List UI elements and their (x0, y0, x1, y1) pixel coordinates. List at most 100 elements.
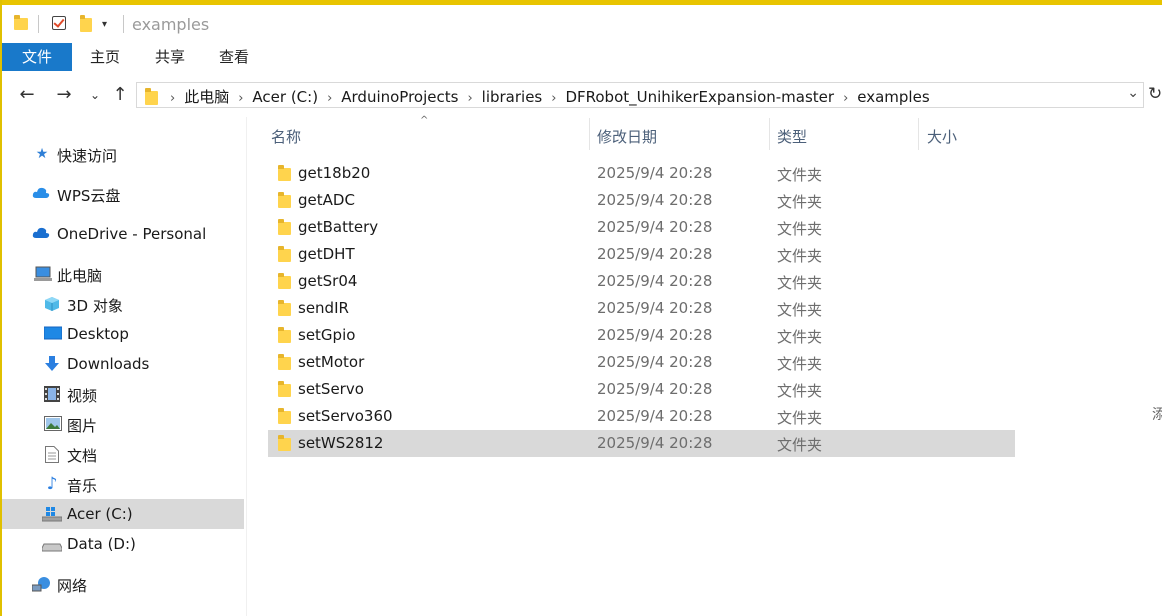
file-name[interactable]: getBattery (298, 218, 378, 236)
column-header-name[interactable]: 名称 (271, 126, 301, 147)
file-date: 2025/9/4 20:28 (597, 434, 713, 452)
breadcrumb: › 此电脑 › Acer (C:) › ArduinoProjects › libraries… (161, 86, 930, 107)
sidebar-item-label: Data (D:) (67, 535, 136, 553)
breadcrumb-acer-c[interactable]: Acer (C:) (252, 88, 318, 106)
clipped-text: 添 (1152, 407, 1162, 423)
folder-icon (278, 300, 291, 316)
table-row[interactable]: getSr04 2025/9/4 20:28 文件夹 (268, 268, 1015, 295)
window-title: examples (132, 15, 210, 34)
properties-check-icon[interactable] (52, 16, 66, 30)
arrow-right-icon[interactable]: → (53, 84, 75, 105)
folder-icon[interactable] (14, 15, 28, 30)
navigation-bar: ← → ⌄ ↑ › 此电脑 › Acer (C:) › ArduinoProjects › l… (2, 76, 1162, 114)
sidebar-item-label: 网络 (57, 577, 88, 595)
table-row[interactable]: setMotor 2025/9/4 20:28 文件夹 (268, 349, 1015, 376)
file-name[interactable]: setGpio (298, 326, 355, 344)
breadcrumb-libraries[interactable]: libraries (482, 88, 543, 106)
sidebar-item-quick-access[interactable]: ★ 快速访问 (2, 139, 244, 169)
column-divider[interactable] (589, 118, 590, 150)
file-name[interactable]: getSr04 (298, 272, 357, 290)
table-row[interactable]: sendIR 2025/9/4 20:28 文件夹 (268, 295, 1015, 322)
chevron-right-icon[interactable]: › (467, 91, 472, 106)
file-type: 文件夹 (777, 409, 823, 427)
table-row[interactable]: getADC 2025/9/4 20:28 文件夹 (268, 187, 1015, 214)
cube-icon (44, 296, 60, 312)
empty-area (1019, 117, 1162, 616)
address-bar[interactable]: › 此电脑 › Acer (C:) › ArduinoProjects › libraries… (136, 82, 1144, 108)
sidebar-item-data-d[interactable]: Data (D:) (2, 529, 244, 559)
cloud-icon (32, 186, 50, 202)
file-name[interactable]: setMotor (298, 353, 364, 371)
cloud-icon (32, 226, 50, 242)
breadcrumb-arduinoprojects[interactable]: ArduinoProjects (341, 88, 458, 106)
drive-icon (41, 536, 63, 552)
file-type: 文件夹 (777, 301, 823, 319)
customize-quick-access-dropdown-icon[interactable]: ▾ (102, 19, 107, 30)
file-name[interactable]: sendIR (298, 299, 349, 317)
column-divider[interactable] (769, 118, 770, 150)
chevron-down-icon[interactable]: ⌄ (84, 88, 106, 102)
tab-file[interactable]: 文件 (2, 43, 72, 71)
chevron-right-icon[interactable]: › (551, 91, 556, 106)
breadcrumb-this-pc[interactable]: 此电脑 (184, 86, 229, 107)
address-dropdown-icon[interactable]: ⌄ (1127, 85, 1139, 101)
tab-home[interactable]: 主页 (80, 43, 130, 71)
folder-icon (278, 354, 291, 370)
table-row[interactable]: setServo 2025/9/4 20:28 文件夹 (268, 376, 1015, 403)
refresh-icon[interactable]: ↻ (1148, 84, 1162, 104)
arrow-left-icon[interactable]: ← (16, 84, 38, 105)
chevron-right-icon[interactable]: › (327, 91, 332, 106)
sidebar-item-onedrive[interactable]: OneDrive - Personal (2, 219, 244, 249)
sidebar-item-documents[interactable]: 文档 (2, 439, 244, 469)
chevron-right-icon[interactable]: › (170, 91, 175, 106)
file-name[interactable]: getDHT (298, 245, 355, 263)
table-row[interactable]: setGpio 2025/9/4 20:28 文件夹 (268, 322, 1015, 349)
file-type: 文件夹 (777, 355, 823, 373)
new-folder-icon[interactable] (80, 15, 92, 32)
column-divider[interactable] (918, 118, 919, 150)
column-header-size[interactable]: 大小 (927, 126, 957, 147)
table-row[interactable]: get18b20 2025/9/4 20:28 文件夹 (268, 160, 1015, 187)
sidebar-item-wps-cloud[interactable]: WPS云盘 (2, 179, 244, 209)
folder-icon (278, 192, 291, 208)
table-row[interactable]: getDHT 2025/9/4 20:28 文件夹 (268, 241, 1015, 268)
sidebar-item-acer-c[interactable]: Acer (C:) (2, 499, 244, 529)
sidebar-item-desktop[interactable]: Desktop (2, 319, 244, 349)
folder-icon (278, 165, 291, 181)
file-date: 2025/9/4 20:28 (597, 299, 713, 317)
chevron-right-icon[interactable]: › (843, 91, 848, 106)
sidebar-item-network[interactable]: 网络 (2, 569, 244, 599)
file-date: 2025/9/4 20:28 (597, 191, 713, 209)
file-name[interactable]: setServo360 (298, 407, 393, 425)
folder-icon (278, 246, 291, 262)
video-icon (44, 386, 60, 402)
file-type: 文件夹 (777, 328, 823, 346)
file-name[interactable]: setServo (298, 380, 364, 398)
download-icon (44, 356, 60, 372)
sidebar-item-downloads[interactable]: Downloads (2, 349, 244, 379)
file-name[interactable]: getADC (298, 191, 355, 209)
tab-view[interactable]: 查看 (209, 43, 259, 71)
file-date: 2025/9/4 20:28 (597, 326, 713, 344)
table-row[interactable]: getBattery 2025/9/4 20:28 文件夹 (268, 214, 1015, 241)
sidebar-item-music[interactable]: ♪ 音乐 (2, 469, 244, 499)
sidebar-item-3d-objects[interactable]: 3D 对象 (2, 289, 244, 319)
column-header-type[interactable]: 类型 (777, 126, 807, 147)
file-name[interactable]: setWS2812 (298, 434, 383, 452)
column-header-date[interactable]: 修改日期 (597, 126, 657, 147)
chevron-right-icon[interactable]: › (238, 91, 243, 106)
sidebar-item-this-pc[interactable]: 此电脑 (2, 259, 244, 289)
arrow-up-icon[interactable]: ↑ (109, 84, 131, 105)
sidebar-item-pictures[interactable]: 图片 (2, 409, 244, 439)
breadcrumb-examples[interactable]: examples (857, 88, 929, 106)
table-row[interactable]: setServo360 2025/9/4 20:28 文件夹 (268, 403, 1015, 430)
sidebar-item-videos[interactable]: 视频 (2, 379, 244, 409)
breadcrumb-dfrobot[interactable]: DFRobot_UnihikerExpansion-master (565, 88, 834, 106)
table-row[interactable]: setWS2812 2025/9/4 20:28 文件夹 (268, 430, 1015, 457)
tab-share[interactable]: 共享 (145, 43, 195, 71)
file-name[interactable]: get18b20 (298, 164, 370, 182)
sidebar-item-label: Desktop (67, 325, 129, 343)
file-date: 2025/9/4 20:28 (597, 353, 713, 371)
network-icon (31, 576, 50, 592)
file-date: 2025/9/4 20:28 (597, 272, 713, 290)
